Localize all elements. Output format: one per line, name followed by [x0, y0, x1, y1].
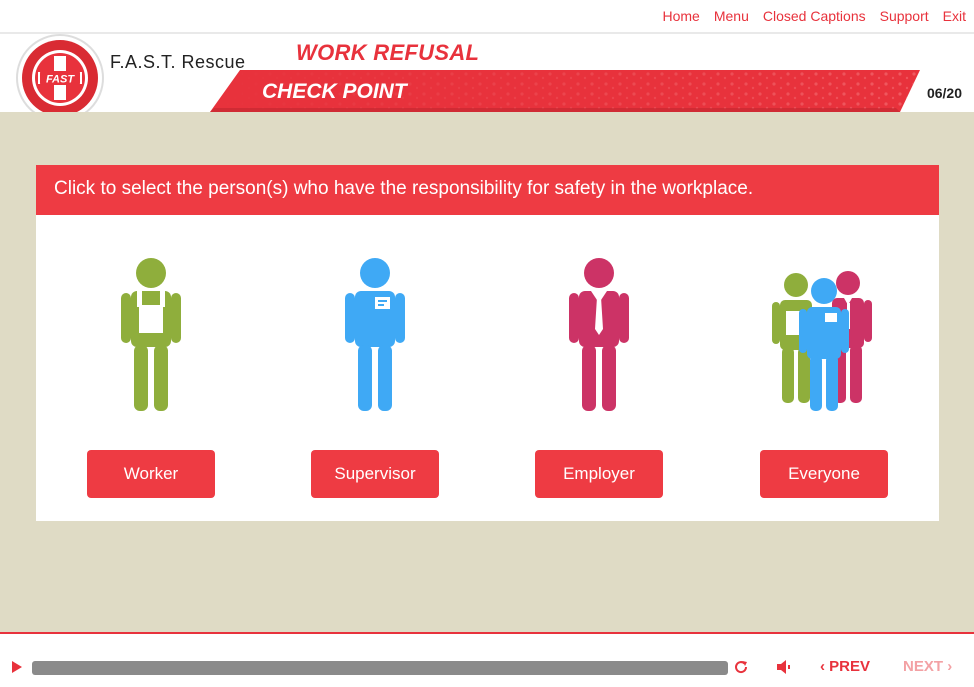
- nav-link-home[interactable]: Home: [662, 8, 699, 24]
- everyone-icon: [772, 271, 872, 411]
- nav-link-support[interactable]: Support: [880, 8, 929, 24]
- question-text: Click to select the person(s) who have t…: [54, 178, 754, 199]
- slide-counter: 06/20: [926, 85, 962, 101]
- course-header: F.A.S.T. Rescue WORK REFUSAL CHECK POINT…: [0, 32, 974, 122]
- nav-link-exit[interactable]: Exit: [943, 8, 966, 24]
- top-navigation: Home Menu Closed Captions Support Exit: [0, 0, 974, 32]
- employer-button[interactable]: Employer: [535, 450, 663, 498]
- nav-link-closed-captions[interactable]: Closed Captions: [763, 8, 866, 24]
- progress-bar[interactable]: [32, 661, 728, 675]
- stage: Click to select the person(s) who have t…: [0, 112, 974, 634]
- chevron-left-icon: ‹: [820, 658, 825, 675]
- choice-employer[interactable]: Employer: [535, 253, 663, 499]
- section-title: CHECK POINT: [262, 80, 407, 103]
- brand-name: F.A.S.T. Rescue: [110, 52, 246, 72]
- prev-button[interactable]: ‹ PREV: [820, 658, 870, 675]
- everyone-button[interactable]: Everyone: [760, 450, 888, 498]
- replay-icon[interactable]: [732, 658, 750, 676]
- player-controls: ‹ PREV NEXT ›: [0, 636, 974, 687]
- choice-supervisor[interactable]: Supervisor: [311, 253, 439, 499]
- supervisor-icon: [345, 258, 405, 411]
- supervisor-button[interactable]: Supervisor: [311, 450, 439, 498]
- employer-icon: [569, 258, 629, 411]
- course-title: WORK REFUSAL: [296, 40, 480, 65]
- question-panel: Click to select the person(s) who have t…: [36, 165, 939, 521]
- chevron-right-icon: ›: [947, 658, 953, 675]
- prev-label: PREV: [829, 658, 871, 675]
- next-button[interactable]: NEXT ›: [903, 658, 952, 675]
- choice-worker[interactable]: Worker: [87, 253, 215, 499]
- next-label: NEXT: [903, 658, 944, 675]
- question-bar: Click to select the person(s) who have t…: [36, 165, 939, 215]
- nav-link-menu[interactable]: Menu: [714, 8, 749, 24]
- fast-logo-icon: FAST: [16, 34, 104, 122]
- logo-text: FAST: [46, 74, 75, 86]
- play-icon[interactable]: [12, 661, 22, 673]
- top-links: Home Menu Closed Captions Support Exit: [662, 8, 966, 24]
- volume-icon[interactable]: [775, 658, 793, 676]
- worker-button[interactable]: Worker: [87, 450, 215, 498]
- choice-everyone[interactable]: Everyone: [760, 253, 888, 499]
- worker-icon: [121, 258, 181, 411]
